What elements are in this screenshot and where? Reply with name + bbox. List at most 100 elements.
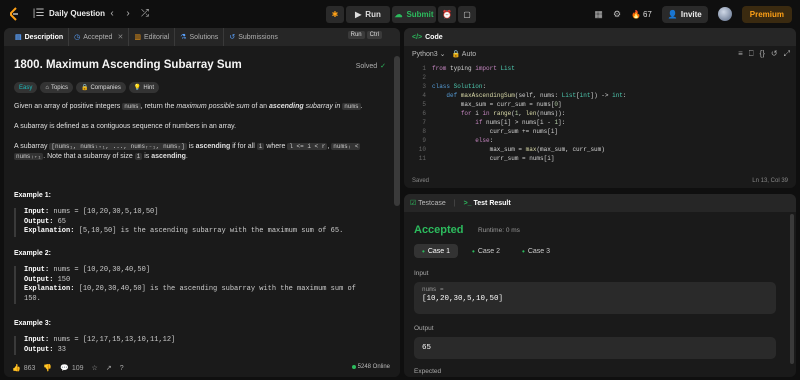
kbd-run: Run	[347, 31, 365, 39]
tab-testcase[interactable]: ☑ Testcase	[410, 199, 446, 207]
settings-gear-icon[interactable]: ⚙	[613, 9, 621, 20]
solved-status: Solved ✓	[356, 62, 386, 71]
case-2-tab[interactable]: • Case 2	[464, 244, 508, 258]
premium-button[interactable]: Premium	[741, 5, 792, 23]
timer-button[interactable]: ⏰	[438, 6, 456, 23]
bookmark-icon[interactable]: ⎕	[749, 49, 754, 59]
case-3-tab[interactable]: • Case 3	[514, 244, 558, 258]
input-var-value: [10,20,30,5,10,50]	[422, 295, 504, 303]
leetcode-logo-icon[interactable]	[8, 7, 20, 21]
emphasis-text: maximum possible sum	[176, 103, 250, 110]
tab-solutions[interactable]: ⚗ Solutions	[175, 28, 225, 46]
online-dot-icon	[351, 365, 356, 369]
save-status: Saved	[412, 178, 430, 184]
layout-icon[interactable]: ▦	[594, 9, 603, 20]
hint-pill[interactable]: 💡 Hint	[128, 82, 159, 93]
inline-code: nums	[342, 103, 361, 110]
line-number: 5	[422, 101, 426, 108]
debug-button[interactable]: ✱	[326, 6, 344, 23]
text: , return the	[140, 103, 175, 110]
tab-accepted[interactable]: ◷ Accepted ✕	[69, 28, 130, 46]
star-icon[interactable]: ☆	[92, 364, 98, 372]
text: if for all	[232, 143, 255, 150]
example-line: Explanation: [10,20,30,40,50] is the asc…	[24, 285, 376, 295]
format-icon[interactable]: ≡	[738, 49, 743, 59]
bold-text: ascending	[269, 103, 304, 110]
example-3-block: Input: nums = [12,17,15,13,10,11,12] Out…	[14, 336, 376, 355]
expected-section-label: Expected	[414, 368, 442, 375]
run-button[interactable]: ▶ Run	[346, 6, 390, 23]
notes-button[interactable]: ▢	[458, 6, 476, 23]
inline-code: l <= i < r	[287, 143, 328, 150]
output-value: 33	[57, 345, 67, 354]
shuffle-icon[interactable]: ⤮	[139, 8, 151, 20]
input-box: nums = [10,20,30,5,10,50]	[414, 282, 776, 314]
inline-code: numsᵢ <	[331, 143, 361, 150]
line-number: 3	[422, 83, 426, 90]
flask-icon: ⚗	[180, 34, 187, 41]
auto-mode[interactable]: 🔒 Auto	[452, 50, 477, 58]
code-toolbar: Python3 ⌄ 🔒 Auto ≡ ⎕ {} ↺ ⤢	[404, 46, 796, 62]
result-scrollbar[interactable]	[790, 214, 794, 364]
online-indicator: 5248 Online	[351, 364, 390, 370]
like-button[interactable]: 👍 863	[12, 364, 35, 373]
code-header: </> Code	[404, 28, 796, 46]
input-value: nums = [10,20,30,40,50]	[53, 266, 151, 274]
companies-pill[interactable]: 🔒 Companies	[75, 82, 126, 93]
case-1-tab[interactable]: • Case 1	[414, 244, 458, 258]
example-line: Input: nums = [12,17,15,13,10,11,12]	[24, 336, 376, 346]
topics-pill[interactable]: ⌂ Topics	[40, 82, 73, 93]
share-icon[interactable]: ↗	[106, 364, 112, 372]
line-number: 9	[422, 137, 426, 144]
code-line: def maxAscendingSum(self, nums: List[int…	[446, 92, 627, 99]
tab-label: Description	[24, 33, 64, 41]
invite-button[interactable]: 👤 Invite	[661, 5, 708, 23]
bold-text: ascending	[151, 153, 186, 160]
language-select[interactable]: Python3 ⌄	[412, 50, 446, 58]
problem-list-icon[interactable]: ☰	[34, 8, 46, 20]
comments-button[interactable]: 💬 109	[60, 364, 83, 373]
example-line: 150.	[24, 294, 41, 303]
output-section-label: Output	[414, 325, 434, 332]
braces-icon[interactable]: {}	[760, 49, 765, 59]
code-editor[interactable]: from typing import List class Solution: …	[432, 64, 627, 163]
avatar[interactable]	[717, 7, 732, 21]
close-icon[interactable]: ✕	[117, 33, 123, 41]
input-label: Input:	[24, 336, 50, 344]
tab-test-result[interactable]: >_ Test Result	[464, 200, 511, 207]
right-toolbar: ▦ ⚙ 🔥 67 👤 Invite Premium	[594, 5, 792, 23]
line-number: 6	[422, 110, 426, 117]
play-icon: ▶	[355, 10, 362, 19]
case-label: Case 3	[527, 247, 550, 255]
code-line: max_sum = max(max_sum, curr_sum)	[432, 146, 605, 153]
prev-problem-icon[interactable]: ‹	[106, 8, 118, 20]
chevron-down-icon: ⌄	[439, 51, 446, 58]
next-problem-icon[interactable]: ›	[122, 8, 134, 20]
text: of an	[251, 103, 268, 110]
output-box: 65	[414, 337, 776, 359]
comment-icon: 💬	[60, 365, 69, 372]
reset-icon[interactable]: ↺	[771, 49, 778, 59]
fullscreen-icon[interactable]: ⤢	[784, 49, 790, 59]
tab-editorial[interactable]: ▥ Editorial	[129, 28, 176, 46]
streak-counter[interactable]: 🔥 67	[631, 10, 652, 19]
code-line: for i in range(1, len(nums)):	[460, 110, 566, 117]
tab-submissions[interactable]: ↺ Submissions	[224, 28, 283, 46]
example-line: Output: 33	[24, 346, 376, 356]
line-number: 10	[418, 146, 426, 153]
daily-question-title[interactable]: Daily Question	[49, 9, 105, 18]
submit-button[interactable]: ☁ Submit	[392, 6, 436, 23]
tab-description[interactable]: ▤ Description	[10, 28, 70, 46]
code-line: if nums[i] > nums[i - 1]:	[475, 119, 566, 126]
help-icon[interactable]: ?	[120, 365, 124, 372]
problem-title: 1800. Maximum Ascending Subarray Sum	[14, 59, 242, 71]
explanation-label: Explanation:	[24, 227, 75, 235]
note-icon: ▢	[463, 10, 471, 19]
description-scrollbar[interactable]	[394, 56, 400, 206]
companies-label: Companies	[90, 84, 121, 91]
dislike-icon[interactable]: 👎	[43, 364, 52, 372]
text: is	[188, 143, 194, 150]
inline-code: nums	[122, 103, 141, 110]
output-value: 150	[57, 275, 71, 284]
